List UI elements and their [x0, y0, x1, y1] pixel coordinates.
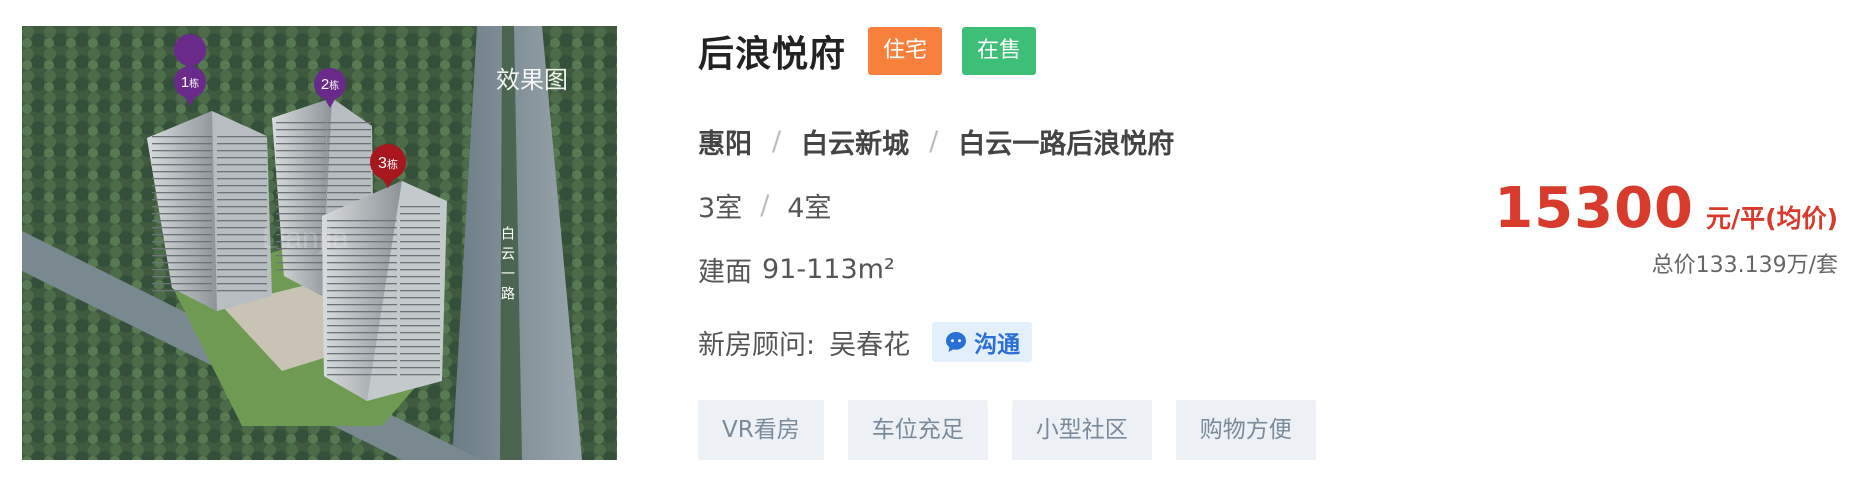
- room-type: 3室: [698, 193, 743, 224]
- feature-tag: VR看房: [698, 400, 824, 460]
- chat-button[interactable]: 沟通: [932, 322, 1033, 362]
- advisor-label: 新房顾问:: [698, 329, 816, 361]
- area-unit: m²: [857, 254, 895, 285]
- advisor-row: 新房顾问: 吴春花 沟通: [698, 322, 1033, 362]
- feature-tags: VR看房 车位充足 小型社区 购物方便: [698, 400, 1340, 460]
- location-breadcrumb: 惠阳 / 白云新城 / 白云一路后浪悦府: [698, 122, 1174, 161]
- rendering-watermark: 效果图: [496, 66, 568, 94]
- total-price: 总价133.139万/套: [1651, 253, 1838, 278]
- floor-area: 建面 91-113 m²: [698, 250, 895, 289]
- room-types: 3室 / 4室: [698, 186, 831, 225]
- price-block: 15300 元/平(均价) 总价133.139万/套: [1494, 176, 1838, 279]
- sale-status-badge: 在售: [962, 27, 1037, 75]
- svg-text:白云一路: 白云一路: [499, 226, 515, 306]
- project-title[interactable]: 后浪悦府: [698, 25, 846, 77]
- room-type: 4室: [787, 193, 832, 224]
- title-row: 后浪悦府 住宅 在售: [698, 25, 1037, 77]
- project-rendering-image[interactable]: 1栋 2栋 3栋 效果图 Lianjia 白云一路: [22, 26, 617, 460]
- location-address[interactable]: 白云一路后浪悦府: [958, 122, 1174, 161]
- breadcrumb-separator: /: [929, 126, 939, 157]
- chat-bubble-icon: [946, 332, 967, 352]
- chat-button-label: 沟通: [974, 332, 1021, 358]
- area-range: 91-113: [762, 254, 858, 285]
- average-price: 15300 元/平(均价): [1494, 176, 1838, 241]
- building-1: [147, 111, 272, 311]
- area-label: 建面: [698, 257, 752, 288]
- price-unit: 元/平(均价): [1706, 204, 1838, 233]
- road-label: 白云一路: [499, 226, 515, 306]
- faint-watermark: Lianjia: [262, 222, 349, 255]
- feature-tag: 购物方便: [1175, 400, 1316, 460]
- listing-card: 1栋 2栋 3栋 效果图 Lianjia 白云一路 后浪悦府 住宅 在售 惠阳 …: [0, 0, 1866, 482]
- advisor-name: 吴春花: [829, 329, 911, 361]
- room-separator: /: [760, 190, 770, 221]
- property-type-badge: 住宅: [868, 27, 943, 75]
- price-value: 15300: [1494, 176, 1695, 241]
- breadcrumb-separator: /: [772, 126, 782, 157]
- location-area[interactable]: 白云新城: [801, 122, 909, 161]
- listing-info: 后浪悦府 住宅 在售 惠阳 / 白云新城 / 白云一路后浪悦府 3室 / 4室 …: [698, 0, 1838, 482]
- location-district[interactable]: 惠阳: [698, 122, 752, 161]
- feature-tag: 小型社区: [1011, 400, 1152, 460]
- building-3: [322, 181, 447, 401]
- feature-tag: 车位充足: [847, 400, 988, 460]
